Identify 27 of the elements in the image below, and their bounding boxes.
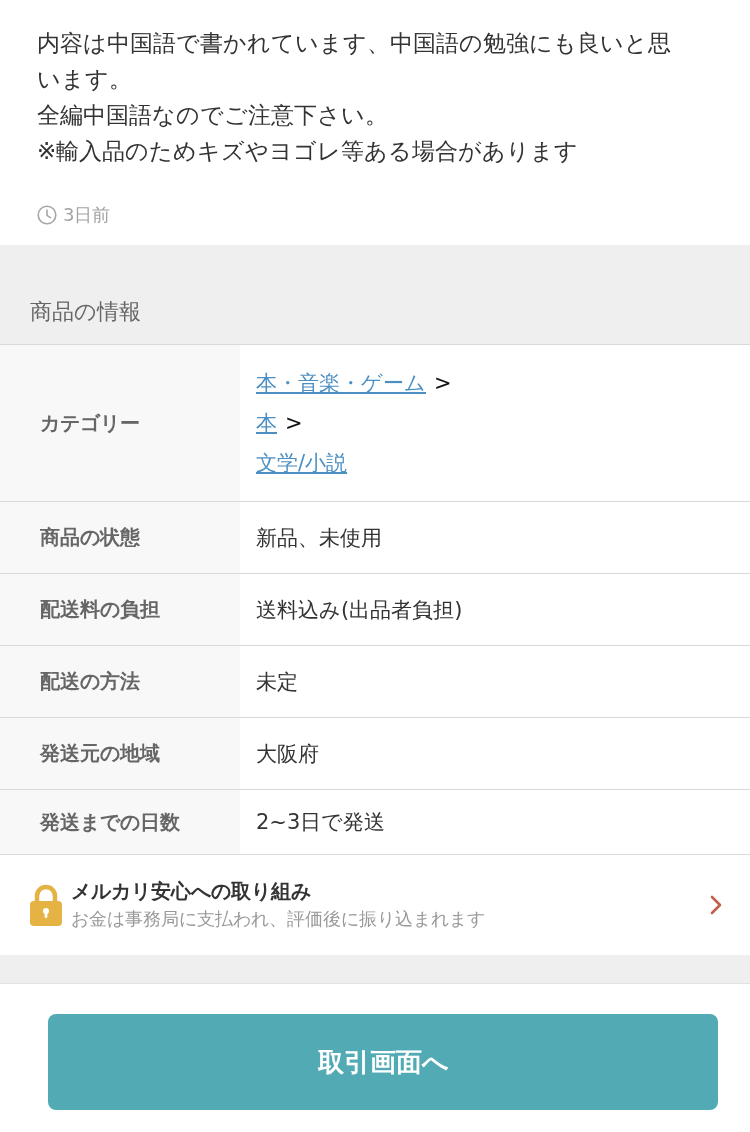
row-label: 商品の状態 — [0, 502, 240, 573]
row-label: 配送料の負担 — [0, 574, 240, 645]
transaction-screen-button[interactable]: 取引画面へ — [48, 1014, 718, 1110]
posted-time: 3日前 — [63, 203, 111, 227]
row-value: 新品、未使用 — [255, 524, 383, 552]
lock-icon — [30, 884, 62, 926]
row-label: 発送までの日数 — [0, 790, 240, 854]
row-label: カテゴリー — [0, 345, 240, 501]
row-label: 配送の方法 — [0, 646, 240, 717]
safety-title: メルカリ安心への取り組み — [71, 878, 311, 905]
category-link[interactable]: 文学/小説 — [256, 443, 348, 483]
section-title: 商品の情報 — [30, 298, 141, 326]
chevron-right-icon[interactable] — [710, 895, 722, 915]
row-value: 送料込み(出品者負担) — [255, 596, 464, 624]
description-paragraph: ※輸入品のためキズやヨゴレ等ある場合があります — [37, 137, 580, 166]
row-label: 発送元の地域 — [0, 718, 240, 789]
category-link[interactable]: 本・音楽・ゲーム — [256, 363, 426, 403]
description-paragraph: 全編中国語なのでご注意下さい。 — [37, 101, 389, 130]
clock-icon — [37, 205, 57, 225]
row-value: 未定 — [255, 668, 299, 696]
safety-description: お金は事務局に支払われ、評価後に振り込まれます — [71, 907, 485, 931]
category-link[interactable]: 本 — [256, 403, 277, 443]
breadcrumb-separator: > — [434, 370, 452, 397]
row-value: 2~3日で発送 — [255, 809, 387, 836]
description-paragraph: 内容は中国語で書かれています、中国語の勉強にも良いと思います。 — [37, 29, 672, 94]
breadcrumb-separator: > — [285, 410, 303, 437]
row-value: 大阪府 — [255, 740, 320, 768]
